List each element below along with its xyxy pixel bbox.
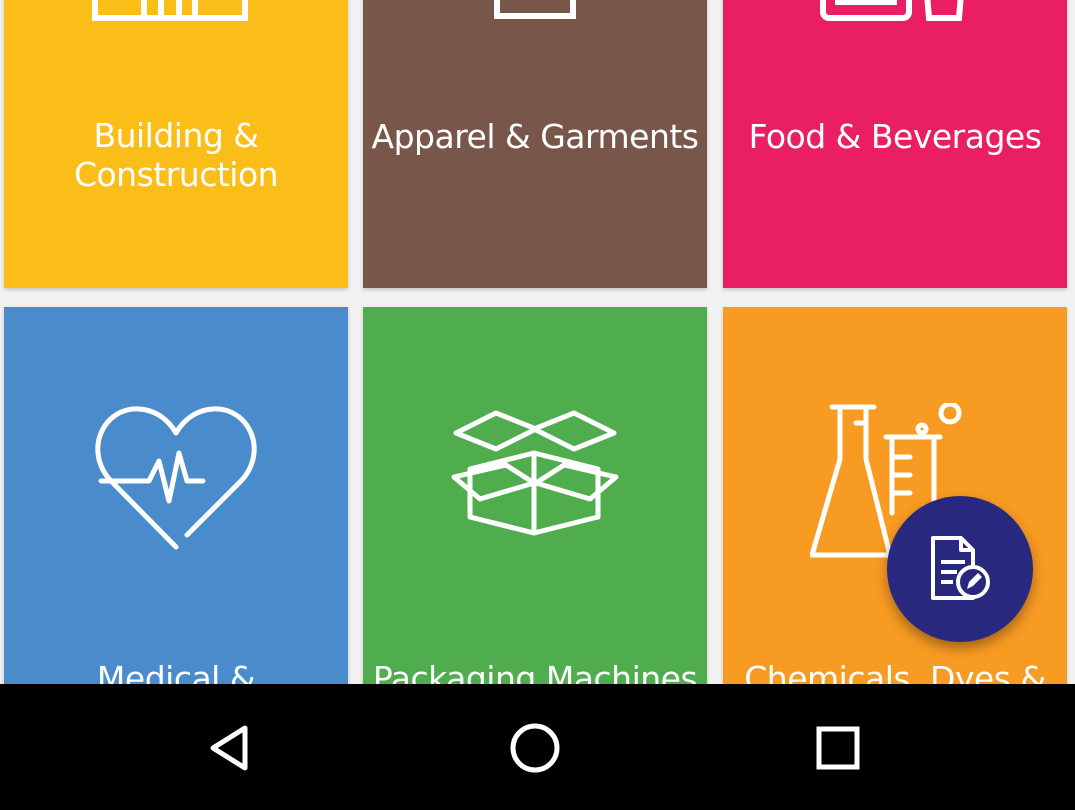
back-button[interactable] bbox=[200, 718, 260, 778]
category-label: Packaging Machines bbox=[372, 659, 698, 684]
category-grid: Building & Construction Apparel & Garmen… bbox=[0, 0, 1075, 684]
category-label: Building & Construction bbox=[73, 116, 279, 194]
category-label: Medical & bbox=[96, 659, 256, 684]
apparel-icon bbox=[494, 0, 576, 19]
home-button[interactable] bbox=[505, 718, 565, 778]
category-tile-packaging-machines[interactable]: Packaging Machines bbox=[363, 307, 707, 684]
category-tile-apparel-garments[interactable]: Apparel & Garments bbox=[363, 0, 707, 288]
system-navigation-bar bbox=[0, 684, 1075, 810]
category-label: Food & Beverages bbox=[748, 117, 1042, 156]
category-tile-medical[interactable]: Medical & bbox=[4, 307, 348, 684]
buildings-icon bbox=[92, 0, 248, 21]
category-label: Apparel & Garments bbox=[371, 117, 700, 156]
open-box-icon bbox=[451, 410, 619, 536]
category-label: Chemicals, Dyes & bbox=[744, 659, 1046, 684]
category-tile-food-beverages[interactable]: Food & Beverages bbox=[723, 0, 1067, 288]
recents-button[interactable] bbox=[808, 718, 868, 778]
back-triangle-icon bbox=[210, 725, 248, 771]
category-tile-building-construction[interactable]: Building & Construction bbox=[4, 0, 348, 288]
post-requirement-fab[interactable] bbox=[887, 496, 1033, 642]
heart-pulse-icon bbox=[95, 406, 257, 550]
home-circle-icon bbox=[510, 723, 560, 773]
category-tile-chemicals-dyes[interactable]: Chemicals, Dyes & bbox=[723, 307, 1067, 684]
recents-square-icon bbox=[816, 726, 860, 770]
food-icon bbox=[820, 0, 964, 21]
edit-document-icon bbox=[931, 536, 990, 600]
